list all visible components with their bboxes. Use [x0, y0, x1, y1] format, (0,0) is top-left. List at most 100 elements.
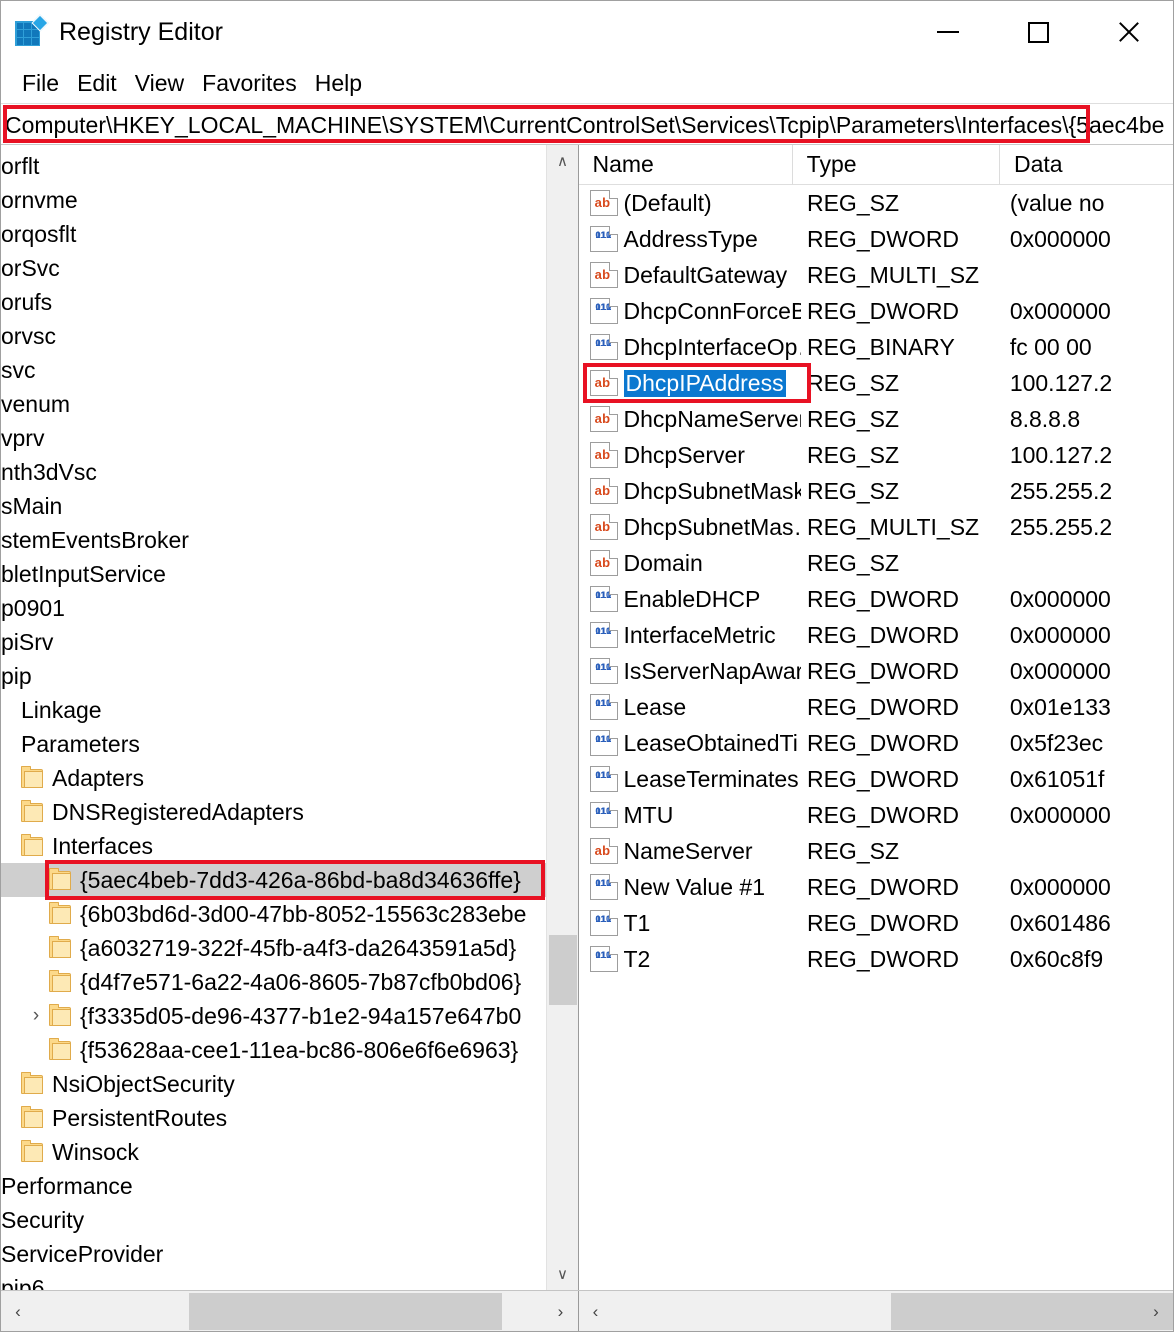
value-row[interactable]: abNameServerREG_SZ — [579, 833, 1174, 869]
binary-glyph: 011110 — [592, 876, 614, 898]
value-row[interactable]: 011110LeaseObtainedTi…REG_DWORD0x5f23ec — [579, 725, 1174, 761]
value-row[interactable]: abDhcpNameServerREG_SZ8.8.8.8 — [579, 401, 1174, 437]
tree-item[interactable]: Linkage — [1, 693, 547, 727]
tree-item[interactable]: svc — [1, 353, 547, 387]
minimize-button[interactable] — [903, 1, 993, 63]
tree-item[interactable]: Parameters — [1, 727, 547, 761]
column-header-data[interactable]: Data — [1000, 145, 1173, 185]
menu-help[interactable]: Help — [306, 70, 371, 97]
value-row[interactable]: 011110DhcpInterfaceOp…REG_BINARYfc 00 00 — [579, 329, 1174, 365]
tree-item[interactable]: p0901 — [1, 591, 547, 625]
folder-icon — [21, 1075, 43, 1094]
values-horizontal-scrollbar[interactable]: ‹ › — [579, 1291, 1174, 1332]
value-name-cell: DhcpInterfaceOp… — [622, 334, 801, 361]
value-name-cell: MTU — [622, 802, 801, 829]
tree-item[interactable]: {d4f7e571-6a22-4a06-8605-7b87cfb0bd06} — [1, 965, 547, 999]
tree-hscroll-thumb[interactable] — [189, 1293, 502, 1330]
tree-item[interactable]: orqosflt — [1, 217, 547, 251]
menu-edit[interactable]: Edit — [68, 70, 126, 97]
close-button[interactable] — [1083, 1, 1173, 63]
tree-item-selected[interactable]: {5aec4beb-7dd3-426a-86bd-ba8d34636ffe} — [1, 863, 547, 897]
value-row[interactable]: abDefaultGatewayREG_MULTI_SZ — [579, 257, 1174, 293]
value-row[interactable]: 011110New Value #1REG_DWORD0x000000 — [579, 869, 1174, 905]
tree-item[interactable]: pip — [1, 659, 547, 693]
tree-scroll-thumb[interactable] — [549, 935, 577, 1005]
value-row[interactable]: 011110T2REG_DWORD0x60c8f9 — [579, 941, 1174, 977]
value-row-selected[interactable]: abDhcpIPAddressREG_SZ100.127.2 — [579, 365, 1174, 401]
binary-glyph: 011110 — [592, 624, 614, 646]
tree-item[interactable]: DNSRegisteredAdapters — [1, 795, 547, 829]
tree-expand-icon[interactable]: › — [25, 999, 47, 1033]
value-row[interactable]: abDhcpSubnetMas…REG_MULTI_SZ255.255.2 — [579, 509, 1174, 545]
tree-item[interactable]: venum — [1, 387, 547, 421]
value-row[interactable]: 011110LeaseTerminates…REG_DWORD0x61051f — [579, 761, 1174, 797]
column-header-name[interactable]: Name — [579, 145, 793, 185]
tree-item[interactable]: orvsc — [1, 319, 547, 353]
value-row[interactable]: ab(Default)REG_SZ(value no — [579, 185, 1174, 221]
tree-item[interactable]: stemEventsBroker — [1, 523, 547, 557]
registry-tree[interactable]: orfltornvmeorqosfltorSvcorufsorvscsvcven… — [1, 145, 547, 1290]
menu-file[interactable]: File — [13, 70, 68, 97]
value-name-cell: DefaultGateway — [622, 262, 801, 289]
value-row[interactable]: 011110AddressTypeREG_DWORD0x000000 — [579, 221, 1174, 257]
value-row[interactable]: abDhcpServerREG_SZ100.127.2 — [579, 437, 1174, 473]
tree-item[interactable]: pip6 — [1, 1271, 547, 1290]
value-row[interactable]: 011110LeaseREG_DWORD0x01e133 — [579, 689, 1174, 725]
tree-item[interactable]: piSrv — [1, 625, 547, 659]
values-hscroll-thumb[interactable] — [891, 1293, 1174, 1330]
tree-item[interactable]: Security — [1, 1203, 547, 1237]
scroll-up-arrow[interactable]: ∧ — [547, 145, 579, 177]
value-row[interactable]: 011110EnableDHCPREG_DWORD0x000000 — [579, 581, 1174, 617]
address-bar[interactable]: Computer\HKEY_LOCAL_MACHINE\SYSTEM\Curre… — [1, 104, 1174, 146]
value-row[interactable]: 011110InterfaceMetricREG_DWORD0x000000 — [579, 617, 1174, 653]
tree-item[interactable]: ›{f3335d05-de96-4377-b1e2-94a157e647b0 — [1, 999, 547, 1033]
binary-glyph: 011110 — [592, 768, 614, 790]
string-value-icon: ab — [590, 550, 618, 576]
tree-item[interactable]: orflt — [1, 149, 547, 183]
tree-item-label: vprv — [1, 425, 44, 452]
value-type: REG_SZ — [801, 442, 1004, 469]
tree-scroll-left-arrow[interactable]: ‹ — [1, 1291, 35, 1332]
tree-item[interactable]: sMain — [1, 489, 547, 523]
tree-item[interactable]: Winsock — [1, 1135, 547, 1169]
binary-glyph-bottom: 110 — [593, 337, 615, 359]
tree-item[interactable]: {6b03bd6d-3d00-47bb-8052-15563c283ebe — [1, 897, 547, 931]
value-name: DhcpConnForceB… — [624, 298, 801, 324]
value-row[interactable]: 011110IsServerNapAwareREG_DWORD0x000000 — [579, 653, 1174, 689]
menu-favorites[interactable]: Favorites — [193, 70, 306, 97]
tree-scroll-right-arrow[interactable]: › — [544, 1291, 578, 1332]
tree-vertical-scrollbar[interactable]: ∧ ∨ — [546, 145, 578, 1290]
tree-item[interactable]: vprv — [1, 421, 547, 455]
values-list[interactable]: ab(Default)REG_SZ(value no011110AddressT… — [579, 185, 1174, 977]
value-name: DhcpIPAddress — [624, 370, 786, 397]
registry-editor-window: Registry Editor File Edit View Favorites… — [0, 0, 1174, 1332]
string-glyph: ab — [592, 408, 614, 430]
values-scroll-right-arrow[interactable]: › — [1139, 1291, 1173, 1332]
tree-item[interactable]: Performance — [1, 1169, 547, 1203]
value-row[interactable]: 011110T1REG_DWORD0x601486 — [579, 905, 1174, 941]
value-row[interactable]: 011110MTUREG_DWORD0x000000 — [579, 797, 1174, 833]
tree-horizontal-scrollbar[interactable]: ‹ › — [1, 1291, 579, 1332]
tree-item[interactable]: nth3dVsc — [1, 455, 547, 489]
value-data: 0x60c8f9 — [1004, 946, 1173, 973]
value-row[interactable]: abDomainREG_SZ — [579, 545, 1174, 581]
tree-item[interactable]: orufs — [1, 285, 547, 319]
maximize-button[interactable] — [993, 1, 1083, 63]
tree-item[interactable]: {f53628aa-cee1-11ea-bc86-806e6f6e6963} — [1, 1033, 547, 1067]
values-scroll-left-arrow[interactable]: ‹ — [579, 1291, 613, 1332]
tree-item[interactable]: Interfaces — [1, 829, 547, 863]
tree-item[interactable]: ServiceProvider — [1, 1237, 547, 1271]
tree-item[interactable]: Adapters — [1, 761, 547, 795]
scroll-down-arrow[interactable]: ∨ — [547, 1258, 579, 1290]
binary-glyph-bottom: 110 — [593, 625, 615, 647]
column-header-type[interactable]: Type — [793, 145, 1000, 185]
tree-item[interactable]: bletInputService — [1, 557, 547, 591]
value-row[interactable]: 011110DhcpConnForceB…REG_DWORD0x000000 — [579, 293, 1174, 329]
tree-item[interactable]: orSvc — [1, 251, 547, 285]
tree-item[interactable]: ornvme — [1, 183, 547, 217]
tree-item[interactable]: {a6032719-322f-45fb-a4f3-da2643591a5d} — [1, 931, 547, 965]
value-row[interactable]: abDhcpSubnetMaskREG_SZ255.255.2 — [579, 473, 1174, 509]
tree-item[interactable]: PersistentRoutes — [1, 1101, 547, 1135]
menu-view[interactable]: View — [126, 70, 193, 97]
tree-item[interactable]: NsiObjectSecurity — [1, 1067, 547, 1101]
